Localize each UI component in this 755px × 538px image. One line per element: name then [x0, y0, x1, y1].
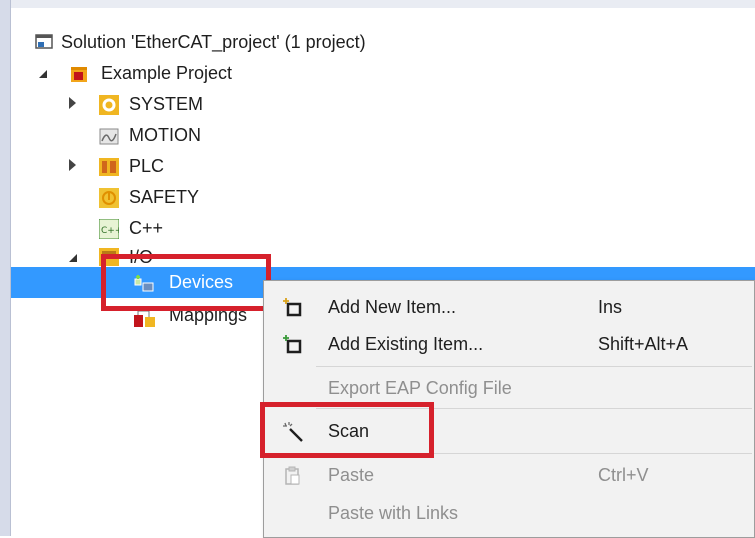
tree-item-label: PLC	[129, 156, 165, 176]
tree-item-solution[interactable]: Solution 'EtherCAT_project' (1 project)	[11, 27, 755, 58]
solution-label: Solution 'EtherCAT_project' (1 project)	[61, 32, 366, 52]
menu-item-label: Paste with Links	[328, 503, 459, 523]
mappings-icon	[133, 309, 155, 329]
window-left-edge	[0, 0, 11, 536]
expanded-arrow-icon[interactable]	[69, 254, 77, 262]
menu-item-paste[interactable]: Paste Ctrl+V	[264, 456, 754, 494]
tree-item-plc[interactable]: PLC	[11, 151, 755, 182]
tree-item-label: MOTION	[129, 125, 201, 145]
menu-item-shortcut: Ins	[598, 297, 623, 317]
tree-item-label: SYSTEM	[129, 94, 204, 114]
menu-item-label: Paste	[328, 465, 375, 485]
tree-item-safety[interactable]: SAFETY	[11, 182, 755, 213]
project-icon	[69, 64, 89, 84]
solution-icon	[35, 34, 53, 50]
cpp-icon: C++	[98, 218, 122, 240]
menu-separator	[316, 366, 752, 367]
plc-icon	[99, 157, 119, 177]
paste-icon	[282, 465, 304, 487]
menu-item-add-existing-item[interactable]: Add Existing Item... Shift+Alt+A	[264, 325, 754, 363]
tree-item-label: SAFETY	[129, 187, 200, 207]
collapsed-arrow-icon[interactable]	[69, 159, 76, 171]
menu-item-label: Add New Item...	[328, 297, 457, 317]
tree-item-project[interactable]: Example Project	[11, 58, 755, 89]
add-new-item-icon	[282, 297, 304, 319]
tree-item-cpp[interactable]: C++ C++	[11, 213, 755, 244]
menu-item-shortcut: Shift+Alt+A	[598, 334, 689, 354]
tree-item-system[interactable]: SYSTEM	[11, 89, 755, 120]
devices-highlight-box	[101, 254, 271, 311]
window-top-edge	[0, 0, 755, 8]
expanded-arrow-icon[interactable]	[39, 70, 47, 78]
scan-highlight-box	[260, 402, 434, 458]
menu-item-paste-with-links[interactable]: Paste with Links	[264, 494, 754, 532]
motion-icon	[99, 126, 119, 146]
menu-item-label: Export EAP Config File	[328, 378, 512, 398]
collapsed-arrow-icon[interactable]	[69, 97, 76, 109]
svg-text:C++: C++	[101, 226, 119, 236]
menu-item-label: Add Existing Item...	[328, 334, 484, 354]
menu-item-shortcut: Ctrl+V	[598, 465, 649, 485]
menu-item-add-new-item[interactable]: Add New Item... Ins	[264, 288, 754, 326]
tree-item-motion[interactable]: MOTION	[11, 120, 755, 151]
safety-icon	[99, 188, 119, 208]
system-gear-icon	[99, 95, 119, 115]
add-existing-item-icon	[282, 334, 304, 356]
tree-item-label: C++	[129, 218, 164, 238]
project-label: Example Project	[101, 63, 233, 83]
